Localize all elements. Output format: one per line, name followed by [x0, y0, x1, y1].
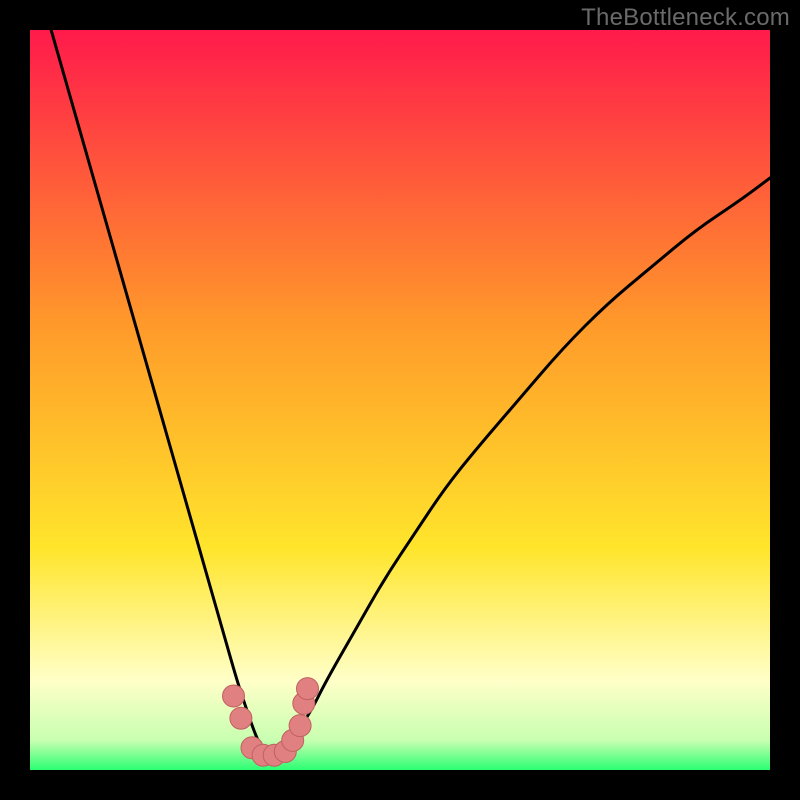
plot-area — [30, 30, 770, 770]
chart-svg — [30, 30, 770, 770]
watermark-text: TheBottleneck.com — [581, 4, 790, 32]
valley-marker — [297, 678, 319, 700]
valley-marker — [223, 685, 245, 707]
outer-frame: TheBottleneck.com — [0, 0, 800, 800]
valley-marker — [230, 707, 252, 729]
gradient-background — [30, 30, 770, 770]
valley-marker — [289, 715, 311, 737]
